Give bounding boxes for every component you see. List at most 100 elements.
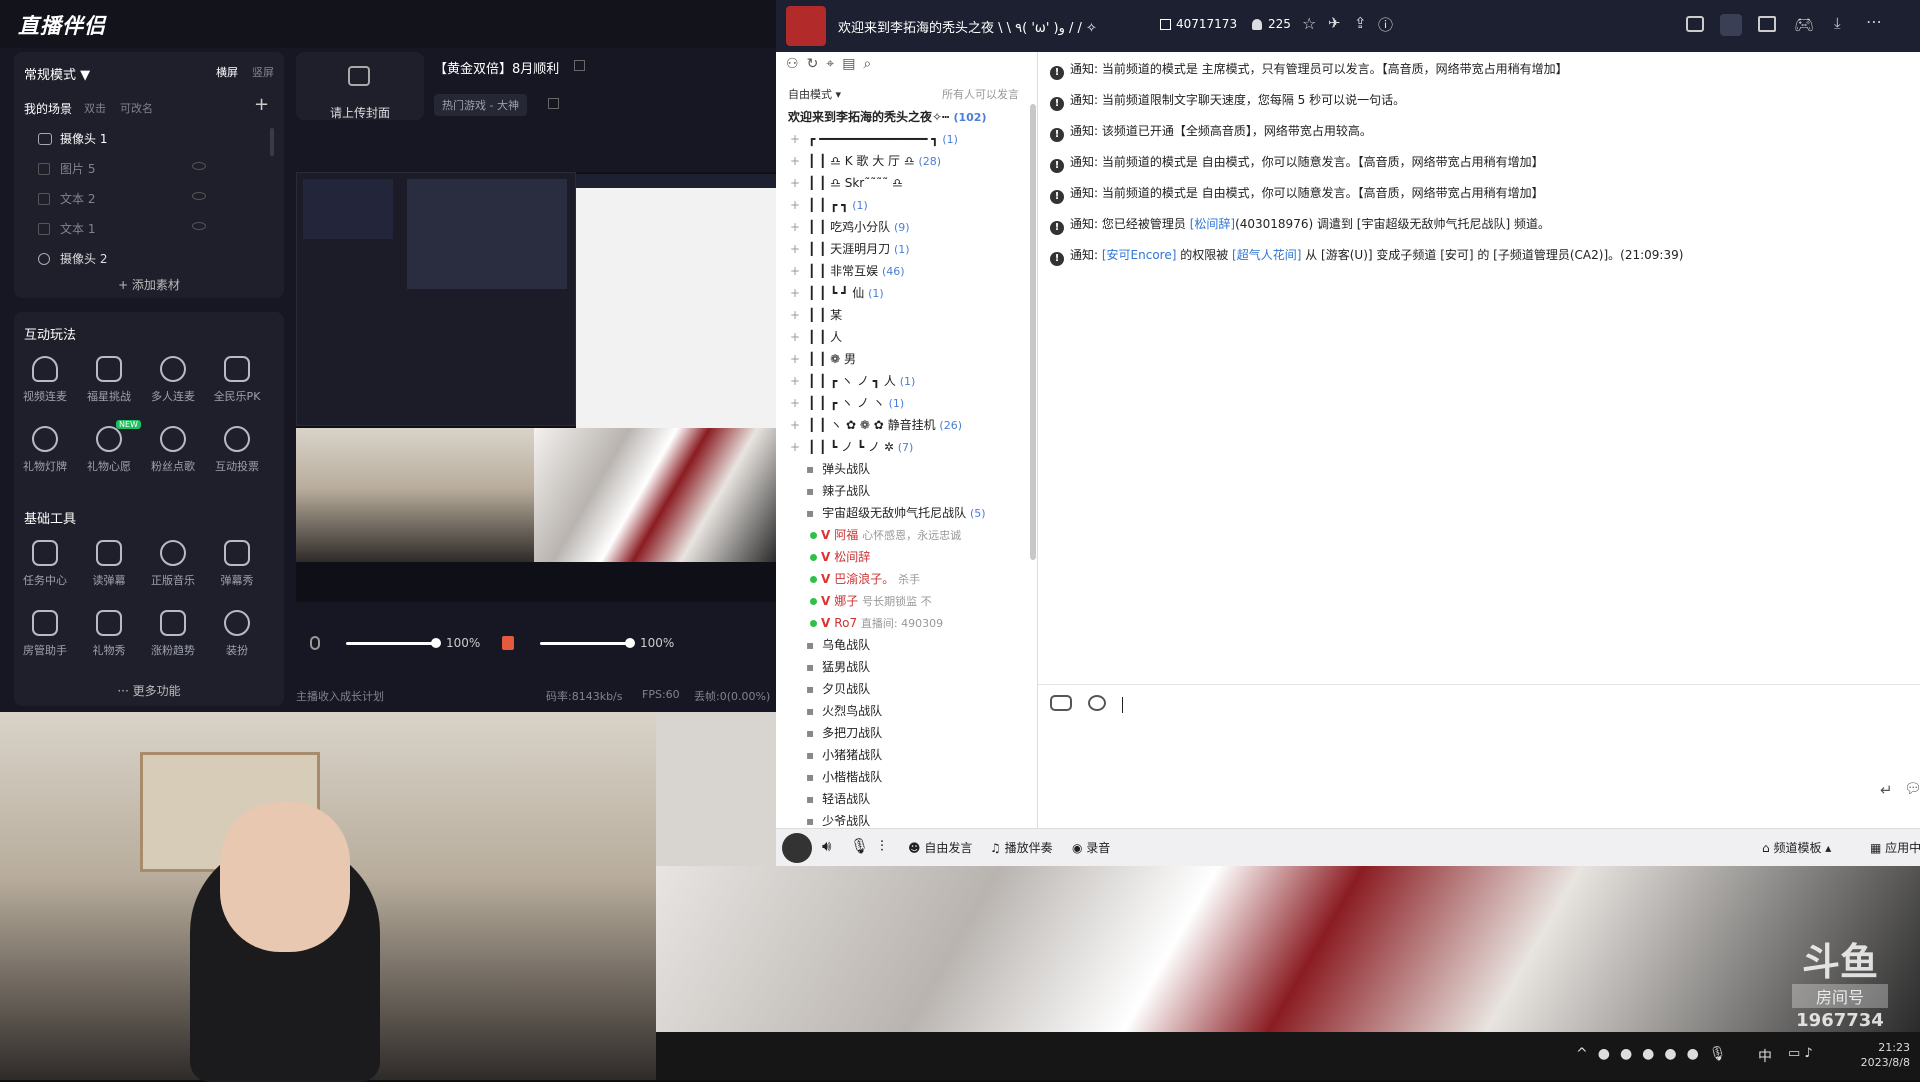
location-icon[interactable]: ⌖ — [826, 56, 842, 72]
tool-lucky-star[interactable]: 福星挑战 — [78, 356, 140, 404]
emoji-icon[interactable] — [1050, 695, 1072, 711]
source-image-5[interactable]: 图片 5 — [24, 160, 264, 180]
speak-mode-select[interactable]: 自由模式 ▾ — [788, 86, 841, 102]
subchannel-item[interactable]: + ┃ ┃ ┗ ┛ 仙 (1) — [776, 282, 1038, 304]
edit-category-icon[interactable] — [548, 98, 559, 109]
tool-multi-link[interactable]: 多人连麦 — [142, 356, 204, 404]
mode-select[interactable]: 常规模式 ▼ — [24, 64, 90, 83]
subchannel-item[interactable]: + ┃ ┃ 天涯明月刀 (1) — [776, 238, 1038, 260]
clock[interactable]: 21:23 2023/8/8 — [1836, 1040, 1910, 1070]
hidden-eye-icon[interactable] — [192, 222, 206, 230]
tool-gift-light[interactable]: 礼物灯牌 — [14, 426, 76, 474]
expand-icon[interactable]: + — [776, 198, 808, 212]
team-item[interactable]: ▪ 夕贝战队 — [776, 678, 1038, 700]
info-icon[interactable]: ⓘ — [1378, 14, 1393, 35]
stream-category[interactable]: 热门游戏 - 大神 — [434, 94, 527, 116]
source-text-1[interactable]: 文本 1 — [24, 220, 264, 240]
tree-toolbar[interactable]: ⚇↻⌖▤⌕ — [786, 56, 956, 78]
scenes-scrollbar[interactable] — [270, 128, 274, 156]
my-avatar[interactable] — [782, 833, 812, 863]
channel-template-button[interactable]: ⌂ 频道模板 ▴ — [1762, 839, 1831, 856]
tool-room-manager[interactable]: 房管助手 — [14, 610, 76, 658]
tree-scrollbar[interactable] — [1030, 104, 1036, 560]
tool-read-danmaku[interactable]: 读弹幕 — [78, 540, 140, 588]
team-item[interactable]: ▪ 猛男战队 — [776, 656, 1038, 678]
subchannel-item[interactable]: + ┃ ┃ ヽ ✿ ❁ ✿ 静音挂机 (26) — [776, 414, 1038, 436]
tool-gift-wish[interactable]: 礼物心愿 NEW — [78, 420, 141, 474]
subchannel-item[interactable]: + ┃ ┃ ┏ ┓ (1) — [776, 194, 1038, 216]
hidden-eye-icon[interactable] — [192, 192, 206, 200]
subchannel-item[interactable]: + ┃ ┃ ┗ ノ ┗ ノ ✲ (7) — [776, 436, 1038, 458]
team-item[interactable]: ▪ 轻语战队 — [776, 788, 1038, 810]
tool-gift-show[interactable]: 礼物秀 — [78, 610, 140, 658]
gamepad-icon[interactable]: 🎮︎ — [1794, 15, 1814, 34]
user-link[interactable]: [安可Encore] — [1102, 248, 1177, 262]
subchannel-item[interactable]: + ┏ ━━━━━━━━━━━━━━━ ┓ (1) — [776, 128, 1038, 150]
translate-icon[interactable] — [1088, 695, 1106, 711]
expand-icon[interactable]: + — [776, 330, 808, 344]
tool-video-link[interactable]: 视频连麦 — [14, 356, 76, 404]
expand-icon[interactable]: + — [776, 308, 808, 322]
subchannel-item[interactable]: + ┃ ┃ ┏ ヽ ノ ┓ 人 (1) — [776, 370, 1038, 392]
team-item[interactable]: ▪ 弹头战队 — [776, 458, 1038, 480]
network-volume-icons[interactable]: ▭ ♪ — [1788, 1046, 1813, 1061]
expand-icon[interactable]: + — [776, 286, 808, 300]
minimize-icon[interactable]: ⤓ — [1834, 14, 1841, 32]
current-team-item[interactable]: ▪ 宇宙超级无敌帅气托尼战队 (5) — [776, 502, 1038, 524]
send-icon[interactable]: ↵ — [1880, 781, 1893, 799]
microphone-icon[interactable] — [310, 636, 320, 650]
expand-icon[interactable]: + — [776, 440, 808, 454]
expand-icon[interactable]: + — [776, 352, 808, 366]
more-icon[interactable]: ⋯ — [1866, 12, 1882, 31]
subchannel-item[interactable]: + ┃ ┃ 吃鸡小分队 (9) — [776, 216, 1038, 238]
expand-icon[interactable]: + — [776, 396, 808, 410]
subchannel-item[interactable]: + ┃ ┃ 某 — [776, 304, 1038, 326]
member-item[interactable]: V Ro7 直播间: 490309 — [776, 612, 1038, 634]
channel-root[interactable]: 欢迎来到李拓海的秃头之夜✧┅ (102) — [776, 106, 1038, 128]
play-music-button[interactable]: ♫ 播放伴奏 — [990, 839, 1053, 856]
record-button[interactable]: ◉ 录音 — [1072, 839, 1110, 856]
notes-icon[interactable]: ▤ — [842, 56, 863, 72]
expand-icon[interactable]: + — [776, 176, 808, 190]
expand-icon[interactable]: + — [776, 374, 808, 388]
member-item[interactable]: V 松间辞 — [776, 546, 1038, 568]
microphone-icon[interactable]: 🎙︎ — [850, 837, 869, 855]
source-text-2[interactable]: 文本 2 — [24, 190, 264, 210]
subchannel-item[interactable]: + ┃ ┃ 非常互娱 (46) — [776, 260, 1038, 282]
mic-volume-slider[interactable] — [346, 638, 441, 648]
tray-icons[interactable]: ^●●●●●🎙︎ — [1576, 1046, 1737, 1062]
add-source-button[interactable]: + 添加素材 — [14, 276, 284, 293]
tool-vote[interactable]: 互动投票 — [206, 426, 268, 474]
portrait-toggle[interactable]: 竖屏 — [252, 64, 274, 80]
chat-input-area[interactable]: ↵ 💬︎ — [1038, 684, 1920, 828]
add-scene-button[interactable]: + — [254, 94, 269, 115]
equalizer-icon[interactable]: ⫶ — [880, 837, 884, 855]
channel-avatar[interactable] — [786, 6, 826, 46]
source-camera-2[interactable]: 摄像头 2 — [24, 250, 264, 270]
video-icon[interactable] — [1686, 16, 1704, 32]
person-icon[interactable]: ⚇ — [786, 56, 807, 72]
search-icon[interactable]: ⌕ — [863, 56, 879, 72]
slider-handle[interactable] — [431, 638, 441, 648]
income-plan-link[interactable]: 主播收入成长计划 — [296, 688, 384, 704]
slider-handle[interactable] — [625, 638, 635, 648]
speaker-volume-slider[interactable] — [540, 638, 635, 648]
upload-cover-button[interactable]: 请上传封面 — [296, 52, 424, 120]
subchannel-item[interactable]: + ┃ ┃ 人 — [776, 326, 1038, 348]
list-icon[interactable] — [1758, 16, 1776, 32]
landscape-toggle[interactable]: 横屏 — [216, 64, 238, 80]
free-speak-button[interactable]: ☻ 自由发言 — [908, 839, 972, 856]
user-link[interactable]: [松间辞] — [1190, 217, 1235, 231]
tool-pk[interactable]: 全民乐PK — [206, 356, 268, 404]
team-item[interactable]: ▪ 多把刀战队 — [776, 722, 1038, 744]
expand-icon[interactable]: + — [776, 220, 808, 234]
speaker-icon[interactable] — [502, 636, 514, 650]
more-features-button[interactable]: ··· 更多功能 — [14, 682, 284, 699]
team-item[interactable]: ▪ 小楷楷战队 — [776, 766, 1038, 788]
source-camera-1[interactable]: 摄像头 1 — [24, 130, 264, 150]
member-item[interactable]: V 巴渝浪子。 杀手 — [776, 568, 1038, 590]
tool-danmaku-show[interactable]: 弹幕秀 — [206, 540, 268, 588]
hidden-eye-icon[interactable] — [192, 162, 206, 170]
subchannel-item[interactable]: + ┃ ┃ ♎ Skr˜˜˜˜ ♎ — [776, 172, 1038, 194]
expand-icon[interactable]: + — [776, 418, 808, 432]
